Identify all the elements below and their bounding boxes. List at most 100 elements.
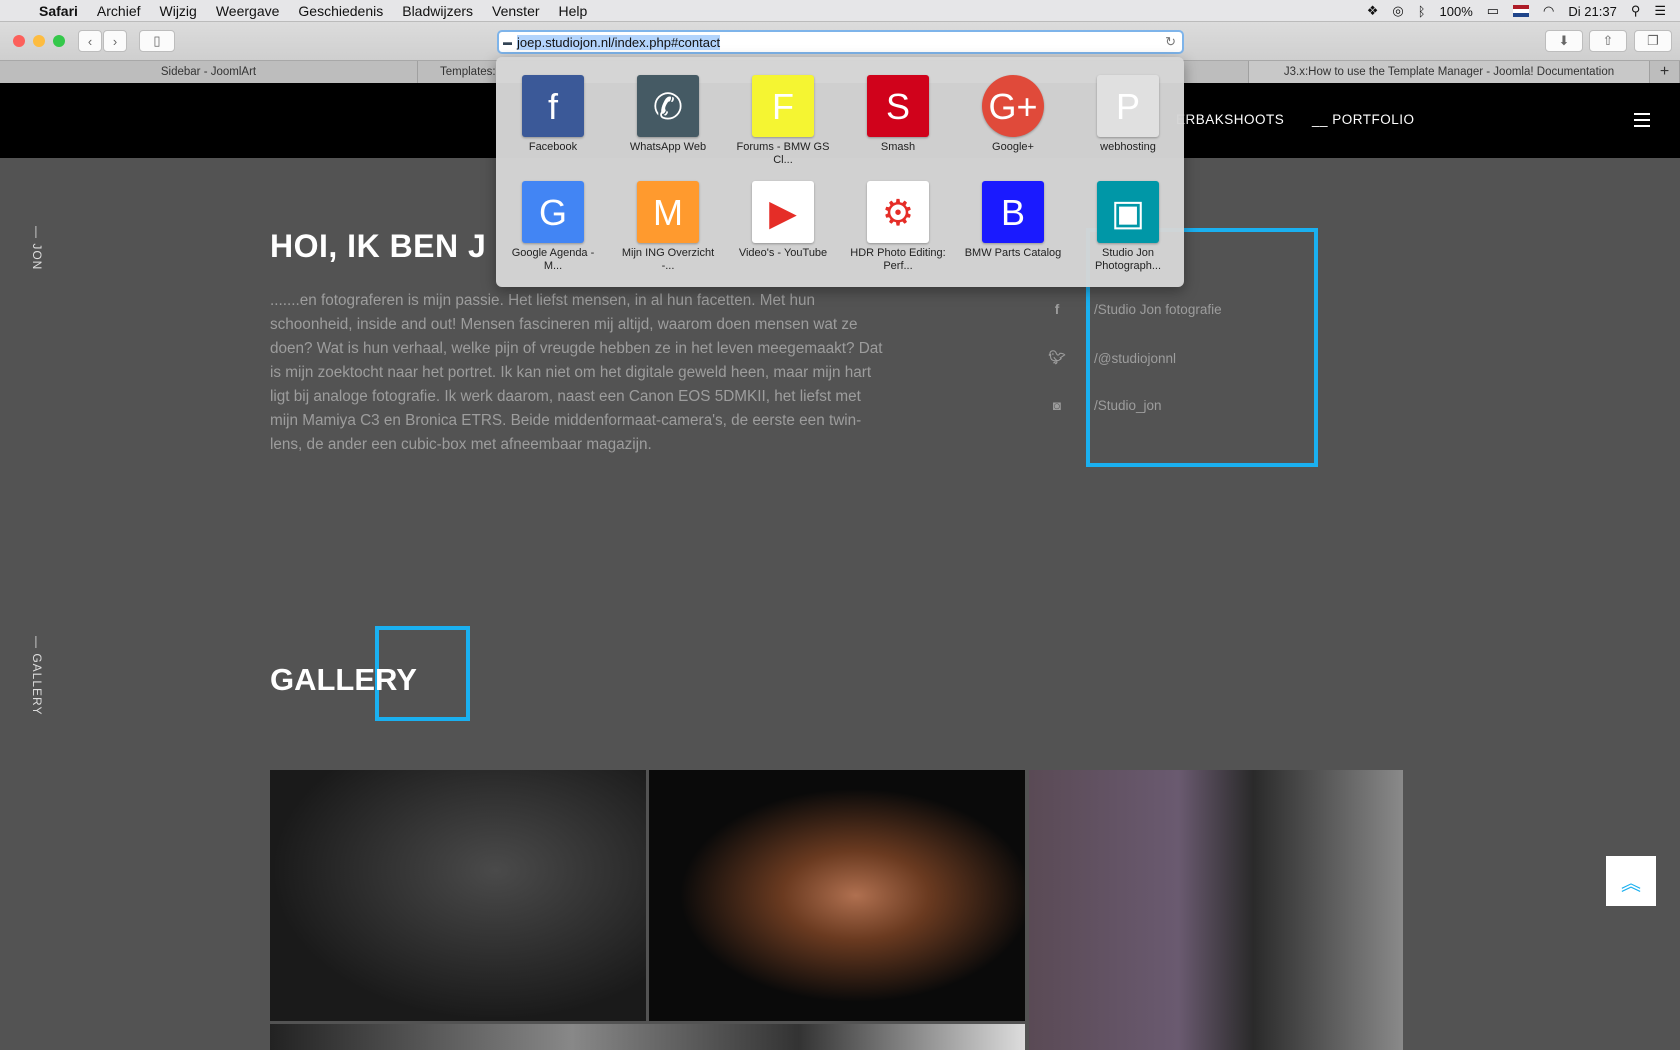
social-facebook[interactable]: f/Studio Jon fotografie: [1048, 302, 1222, 317]
hamburger-menu-icon[interactable]: [1634, 113, 1650, 127]
favorite-item[interactable]: f Facebook: [503, 75, 603, 154]
tab-joomla-docs[interactable]: J3.x:How to use the Template Manager - J…: [1249, 61, 1650, 83]
nav-verbakshoots[interactable]: ERBAKSHOOTS: [1176, 112, 1284, 127]
creative-cloud-icon[interactable]: ◎: [1392, 3, 1403, 19]
gallery-photo-curly-hair[interactable]: [649, 770, 1025, 1021]
favorite-label: webhosting: [1100, 141, 1156, 153]
intro-heading: HOI, IK BEN J: [270, 228, 487, 264]
favorite-label: Facebook: [528, 141, 578, 153]
menu-app[interactable]: Safari: [39, 3, 78, 19]
menu-bladwijzers[interactable]: Bladwijzers: [402, 3, 473, 19]
favorite-item[interactable]: ▶ Video's - YouTube: [733, 181, 833, 260]
favorite-item[interactable]: M Mijn ING Overzicht -...: [618, 181, 718, 273]
favorite-icon: ▶: [752, 181, 814, 243]
social-twitter[interactable]: 🐦︎ /@studiojonnl: [1048, 350, 1176, 366]
menu-geschiedenis[interactable]: Geschiedenis: [298, 3, 383, 19]
favorite-label: BMW Parts Catalog: [964, 247, 1062, 259]
dropbox-icon[interactable]: ❖: [1367, 3, 1379, 19]
favorite-item[interactable]: G+ Google+: [963, 75, 1063, 154]
address-bar[interactable]: ▬ joep.studiojon.nl/index.php#contact ↻: [497, 30, 1184, 54]
chevron-up-icon: ︽: [1621, 872, 1641, 895]
forward-button[interactable]: ›: [103, 30, 127, 52]
menu-help[interactable]: Help: [559, 3, 588, 19]
bluetooth-icon[interactable]: ᛒ: [1418, 4, 1426, 19]
tab-overview-button[interactable]: ❐: [1634, 30, 1672, 52]
favorite-icon: G: [522, 181, 584, 243]
menu-archief[interactable]: Archief: [97, 3, 141, 19]
browser-toolbar: ‹ › ▯ ▬ joep.studiojon.nl/index.php#cont…: [0, 22, 1680, 60]
social-label[interactable]: /@studiojonnl: [1094, 351, 1176, 366]
downloads-button[interactable]: ⬇: [1545, 30, 1583, 52]
gallery-photo-row2[interactable]: [270, 1024, 1025, 1050]
battery-icon[interactable]: ▭: [1487, 3, 1499, 19]
instagram-icon: ◙: [1052, 398, 1062, 413]
sidebar-toggle-button[interactable]: ▯: [139, 30, 175, 52]
nav-portfolio[interactable]: __ PORTFOLIO: [1312, 112, 1415, 127]
favorite-icon: F: [752, 75, 814, 137]
new-tab-button[interactable]: +: [1650, 61, 1680, 83]
twitter-icon: 🐦︎: [1048, 350, 1066, 365]
favorite-label: Google+: [992, 141, 1034, 153]
gallery-heading: GALLERY: [270, 662, 417, 697]
favorite-item[interactable]: F Forums - BMW GS Cl...: [733, 75, 833, 167]
social-label[interactable]: /Studio Jon fotografie: [1094, 302, 1222, 317]
favorite-label: HDR Photo Editing: Perf...: [850, 247, 946, 272]
clock[interactable]: Di 21:37: [1568, 4, 1616, 19]
favorite-label: Forums - BMW GS Cl...: [736, 141, 830, 166]
favorite-item[interactable]: S Smash: [848, 75, 948, 154]
flag-icon[interactable]: [1513, 5, 1530, 17]
favorite-item[interactable]: ✆ WhatsApp Web: [618, 75, 718, 154]
side-label-gallery[interactable]: — GALLERY: [30, 636, 44, 715]
tab-sidebar-joomlart[interactable]: Sidebar - JoomlArt: [0, 61, 418, 83]
reload-icon[interactable]: ↻: [1165, 34, 1176, 50]
favorite-icon: P: [1097, 75, 1159, 137]
status-area: ❖ ◎ ᛒ 100% ▭ ◠ Di 21:37 ⚲ ☰: [1367, 0, 1666, 22]
tab-label: J3.x:How to use the Template Manager - J…: [1283, 66, 1615, 78]
social-instagram[interactable]: ◙ /Studio_jon: [1048, 398, 1162, 413]
social-label[interactable]: /Studio_jon: [1094, 398, 1162, 413]
favorite-item[interactable]: B BMW Parts Catalog: [963, 181, 1063, 260]
url-text[interactable]: joep.studiojon.nl/index.php#contact: [517, 34, 721, 50]
favorite-label: Mijn ING Overzicht -...: [621, 247, 715, 272]
favorite-label: Video's - YouTube: [738, 247, 828, 259]
menu-weergave[interactable]: Weergave: [216, 3, 280, 19]
gallery-photo-graffiti[interactable]: [1029, 770, 1403, 1050]
favorite-icon: f: [522, 75, 584, 137]
favorites-popup: f Facebook ✆ WhatsApp Web F Forums - BMW GS C…: [496, 57, 1184, 287]
site-favicon-icon: ▬: [503, 37, 512, 47]
scroll-to-top-button[interactable]: ︽: [1606, 856, 1656, 906]
favorite-item[interactable]: Pwebhosting: [1078, 75, 1178, 154]
menu-venster[interactable]: Venster: [492, 3, 539, 19]
favorite-item[interactable]: ⚙ HDR Photo Editing: Perf...: [848, 181, 948, 273]
notification-center-icon[interactable]: ☰: [1654, 3, 1666, 19]
share-button[interactable]: ⇧: [1589, 30, 1627, 52]
favorite-icon: ⚙: [867, 181, 929, 243]
gallery-photo-woman-wall[interactable]: [270, 770, 646, 1021]
favorite-icon: ✆: [637, 75, 699, 137]
favorite-icon: G+: [982, 75, 1044, 137]
tab-label: Sidebar - JoomlArt: [160, 66, 257, 78]
battery-percent[interactable]: 100%: [1440, 4, 1473, 19]
facebook-icon: f: [1054, 302, 1060, 317]
close-window-button[interactable]: [13, 35, 25, 47]
favorite-label: Studio Jon Photograph...: [1094, 247, 1162, 272]
favorite-icon: S: [867, 75, 929, 137]
menu-bar: Safari Archief Wijzig Weergave Geschiede…: [0, 0, 1680, 22]
favorite-label: Smash: [880, 141, 916, 153]
back-button[interactable]: ‹: [78, 30, 102, 52]
spotlight-icon[interactable]: ⚲: [1631, 3, 1641, 19]
favorite-icon: B: [982, 181, 1044, 243]
favorite-icon: ▣: [1097, 181, 1159, 243]
minimize-window-button[interactable]: [33, 35, 45, 47]
favorite-item[interactable]: ▣ Studio Jon Photograph...: [1078, 181, 1178, 273]
wifi-icon[interactable]: ◠: [1543, 3, 1554, 19]
favorite-item[interactable]: G Google Agenda - M...: [503, 181, 603, 273]
tab-label: Templates:: [440, 66, 496, 78]
intro-text: .......en fotograferen is mijn passie. H…: [270, 292, 883, 453]
menu-wijzig[interactable]: Wijzig: [160, 3, 197, 19]
favorite-label: Google Agenda - M...: [511, 247, 595, 272]
zoom-window-button[interactable]: [53, 35, 65, 47]
favorite-label: WhatsApp Web: [629, 141, 707, 153]
favorite-icon: M: [637, 181, 699, 243]
side-label-jon[interactable]: — JON: [30, 226, 44, 270]
